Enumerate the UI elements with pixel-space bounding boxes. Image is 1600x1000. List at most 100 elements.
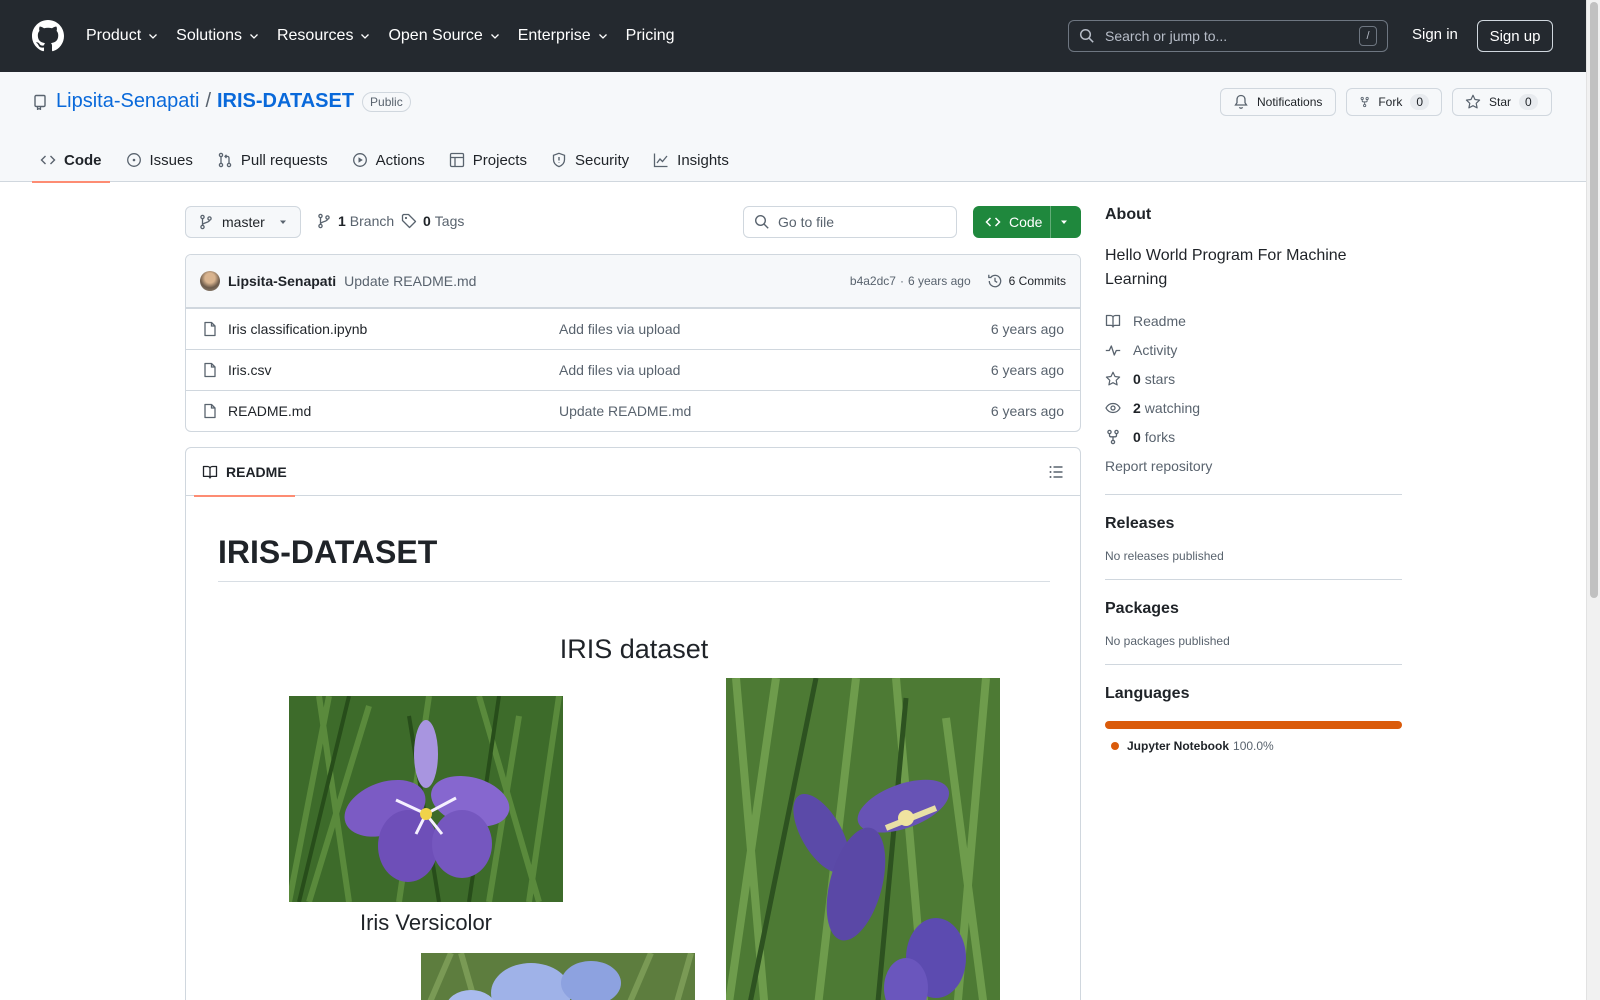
- sign-up-button[interactable]: Sign up: [1477, 20, 1553, 52]
- file-age: 6 years ago: [990, 362, 1064, 378]
- language-item[interactable]: Jupyter Notebook 100.0%: [1105, 739, 1402, 753]
- tab-actions[interactable]: Actions: [344, 138, 433, 182]
- table-row[interactable]: Iris classification.ipynb Add files via …: [186, 308, 1080, 349]
- tab-insights[interactable]: Insights: [645, 138, 737, 182]
- repo-name-link[interactable]: IRIS-DATASET: [217, 90, 354, 113]
- file-commit-message[interactable]: Add files via upload: [559, 362, 680, 378]
- commit-sha[interactable]: b4a2dc7: [850, 274, 896, 288]
- scrollbar-thumb[interactable]: [1590, 2, 1598, 598]
- branches-link[interactable]: 1 Branch: [316, 213, 394, 229]
- about-links: Readme Activity 0 stars 2 watching 0 for…: [1105, 306, 1402, 480]
- triangle-down-icon: [1061, 220, 1067, 224]
- search-placeholder: Search or jump to...: [1105, 28, 1228, 44]
- avatar[interactable]: [200, 271, 220, 291]
- readme-header: README: [186, 448, 1080, 497]
- nav-pricing[interactable]: Pricing: [626, 27, 675, 45]
- repo-owner-link[interactable]: Lipsita-Senapati: [56, 90, 199, 113]
- tab-projects[interactable]: Projects: [441, 138, 535, 182]
- releases-title[interactable]: Releases: [1105, 515, 1402, 533]
- watching-count: 2: [1133, 399, 1141, 416]
- table-row[interactable]: README.md Update README.md 6 years ago: [186, 390, 1080, 431]
- code-icon: [985, 217, 1001, 227]
- sign-in-link[interactable]: Sign in: [1412, 26, 1458, 43]
- file-icon: [204, 403, 216, 419]
- go-to-file-placeholder: Go to file: [778, 214, 835, 230]
- table-row[interactable]: Iris.csv Add files via upload 6 years ag…: [186, 349, 1080, 390]
- readme-link[interactable]: Readme: [1105, 306, 1402, 335]
- tab-security[interactable]: Security: [543, 138, 637, 182]
- eye-icon: [1105, 402, 1121, 413]
- tab-issues[interactable]: Issues: [118, 138, 201, 182]
- commit-author[interactable]: Lipsita-Senapati: [228, 273, 336, 289]
- issue-icon: [126, 153, 141, 167]
- nav-label: Solutions: [176, 27, 242, 44]
- stars-link[interactable]: 0 stars: [1105, 364, 1402, 393]
- file-name[interactable]: Iris.csv: [228, 362, 272, 378]
- search-icon: [1079, 28, 1094, 43]
- star-button[interactable]: Star 0: [1452, 88, 1552, 116]
- go-to-file-input[interactable]: Go to file: [743, 206, 957, 238]
- activity-link[interactable]: Activity: [1105, 335, 1402, 364]
- notifications-button[interactable]: Notifications: [1220, 88, 1336, 116]
- chevron-down-icon: [250, 34, 258, 39]
- commit-dot: ·: [899, 274, 904, 288]
- forks-count: 0: [1133, 428, 1141, 445]
- readme-tab-label: README: [226, 464, 287, 480]
- nav-resources[interactable]: Resources: [277, 27, 371, 45]
- about-description: Hello World Program For Machine Learning: [1105, 247, 1347, 288]
- releases-section: Releases No releases published: [1105, 494, 1402, 579]
- code-dropdown-button[interactable]: Code: [973, 206, 1081, 238]
- about-title: About: [1105, 206, 1152, 223]
- tab-code[interactable]: Code: [32, 138, 110, 183]
- forks-link[interactable]: 0 forks: [1105, 422, 1402, 451]
- link-label: stars: [1144, 370, 1176, 387]
- file-commit-message[interactable]: Add files via upload: [559, 321, 680, 337]
- repo-title: Lipsita-Senapati / IRIS-DATASET Public: [32, 90, 411, 113]
- file-age: 6 years ago: [990, 403, 1064, 419]
- code-caret: [1050, 206, 1069, 238]
- chevron-down-icon: [598, 34, 607, 39]
- figure-title: IRIS dataset: [559, 634, 709, 664]
- nav-solutions[interactable]: Solutions: [176, 27, 260, 45]
- table-icon: [449, 152, 464, 168]
- fork-label: Fork: [1378, 95, 1403, 109]
- nav-open-source[interactable]: Open Source: [388, 27, 500, 45]
- file-name[interactable]: README.md: [228, 403, 311, 419]
- nav-enterprise[interactable]: Enterprise: [518, 27, 609, 45]
- tags-link[interactable]: 0 Tags: [401, 213, 464, 229]
- tab-label: Issues: [149, 151, 193, 169]
- tag-count: 0: [423, 213, 431, 229]
- commit-message[interactable]: Update README.md: [344, 273, 476, 289]
- tab-label: Security: [574, 151, 630, 169]
- commits-history-link[interactable]: 6 Commits: [987, 273, 1066, 289]
- report-repository-link[interactable]: Report repository: [1105, 451, 1402, 480]
- repo-icon: [34, 94, 46, 110]
- branch-select-button[interactable]: master: [185, 206, 301, 238]
- page-scrollbar[interactable]: [1586, 0, 1600, 1000]
- languages-title: Languages: [1105, 685, 1190, 702]
- pulse-icon: [1105, 344, 1121, 356]
- commit-meta: b4a2dc7 · 6 years ago 6 Commits: [850, 273, 1066, 289]
- file-commit-message[interactable]: Update README.md: [559, 403, 691, 419]
- readme-panel: README IRIS-DATASET IRIS dataset Iris Ve…: [185, 447, 1081, 1000]
- list-unordered-icon[interactable]: [1048, 464, 1064, 480]
- packages-title[interactable]: Packages: [1105, 600, 1402, 618]
- bell-icon: [1234, 94, 1248, 109]
- fork-button[interactable]: Fork 0: [1346, 88, 1442, 116]
- main-nav: Product Solutions Resources Open Source …: [86, 27, 692, 45]
- flower-photo-illustration: [726, 678, 1000, 1000]
- branch-count: 1: [338, 213, 346, 229]
- star-icon: [1105, 371, 1121, 385]
- global-search-input[interactable]: Search or jump to... /: [1068, 20, 1388, 52]
- language-color-dot: [1111, 742, 1119, 750]
- repo-separator: /: [205, 90, 211, 112]
- github-logo-icon[interactable]: [32, 20, 64, 52]
- tag-icon: [401, 213, 417, 229]
- tab-pull-requests[interactable]: Pull requests: [209, 138, 336, 182]
- about-sidebar: About Hello World Program For Machine Le…: [1105, 206, 1402, 769]
- file-name[interactable]: Iris classification.ipynb: [228, 321, 367, 337]
- file-icon: [204, 362, 216, 378]
- watchers-link[interactable]: 2 watching: [1105, 393, 1402, 422]
- readme-tab[interactable]: README: [194, 448, 295, 497]
- nav-product[interactable]: Product: [86, 27, 159, 45]
